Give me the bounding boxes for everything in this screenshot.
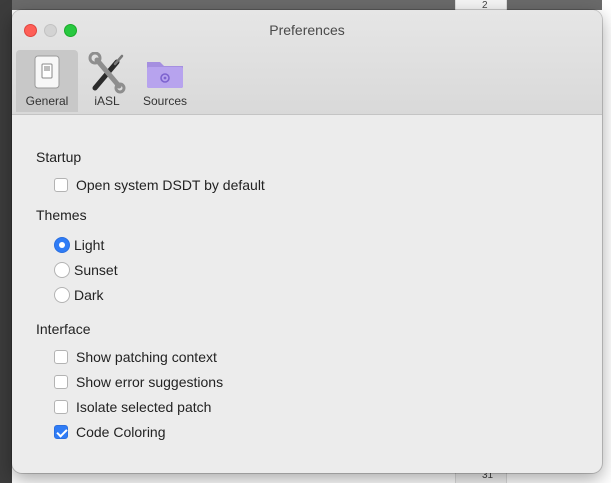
isolate-patch-checkbox-row[interactable]: Isolate selected patch xyxy=(54,397,211,417)
toolbar-item-sources[interactable]: Sources xyxy=(134,50,196,112)
theme-light-radio[interactable] xyxy=(54,237,70,253)
patching-context-checkbox-row[interactable]: Show patching context xyxy=(54,347,217,367)
theme-light-radio-row[interactable]: Light xyxy=(54,235,104,255)
background-window-edge xyxy=(0,0,12,483)
general-switch-icon xyxy=(29,52,65,97)
preferences-window: Preferences General iASL Sources Startup… xyxy=(12,10,602,473)
isolate-patch-checkbox[interactable] xyxy=(54,400,68,414)
code-coloring-checkbox[interactable] xyxy=(54,425,68,439)
error-suggestions-checkbox-row[interactable]: Show error suggestions xyxy=(54,372,223,392)
code-coloring-label: Code Coloring xyxy=(76,424,166,440)
background-window-titlebar xyxy=(12,0,602,10)
open-dsdt-checkbox-row[interactable]: Open system DSDT by default xyxy=(54,175,265,195)
theme-dark-radio-row[interactable]: Dark xyxy=(54,285,104,305)
interface-heading: Interface xyxy=(36,321,91,337)
toolbar-label-sources: Sources xyxy=(142,94,188,108)
toolbar-item-iasl[interactable]: iASL xyxy=(82,50,132,112)
themes-heading: Themes xyxy=(36,207,87,223)
toolbar-label-iasl: iASL xyxy=(94,94,120,108)
error-suggestions-label: Show error suggestions xyxy=(76,374,224,390)
toolbar-item-general[interactable]: General xyxy=(16,50,78,112)
window-title: Preferences xyxy=(269,22,345,38)
theme-dark-label: Dark xyxy=(74,287,104,303)
theme-dark-radio[interactable] xyxy=(54,287,70,303)
isolate-patch-label: Isolate selected patch xyxy=(76,399,212,415)
theme-sunset-radio-row[interactable]: Sunset xyxy=(54,260,118,280)
code-coloring-checkbox-row[interactable]: Code Coloring xyxy=(54,422,166,442)
patching-context-label: Show patching context xyxy=(76,349,217,365)
toolbar-label-general: General xyxy=(25,94,69,108)
tools-icon xyxy=(87,51,127,99)
open-dsdt-label: Open system DSDT by default xyxy=(76,177,265,193)
window-titlebar: Preferences General iASL Sources xyxy=(12,10,602,115)
theme-light-label: Light xyxy=(74,237,105,253)
theme-sunset-radio[interactable] xyxy=(54,262,70,278)
folder-icon xyxy=(144,52,186,97)
theme-sunset-label: Sunset xyxy=(74,262,118,278)
patching-context-checkbox[interactable] xyxy=(54,350,68,364)
startup-heading: Startup xyxy=(36,149,82,165)
open-dsdt-checkbox[interactable] xyxy=(54,178,68,192)
error-suggestions-checkbox[interactable] xyxy=(54,375,68,389)
